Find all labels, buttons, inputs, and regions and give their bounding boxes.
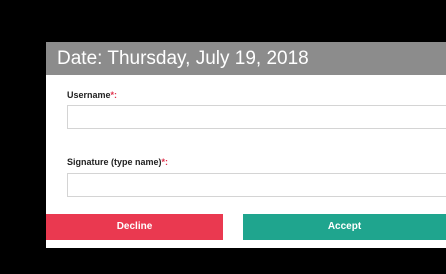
username-label: Username*: bbox=[67, 90, 117, 100]
date-header: Date: Thursday, July 19, 2018 bbox=[46, 42, 446, 75]
signature-label-text: Signature (type name) bbox=[67, 157, 162, 167]
username-input[interactable] bbox=[67, 105, 446, 129]
accept-button[interactable]: Accept bbox=[243, 214, 446, 240]
signature-required-mark: *: bbox=[161, 157, 169, 167]
signature-panel: Date: Thursday, July 19, 2018 Username*:… bbox=[46, 42, 446, 248]
signature-label: Signature (type name)*: bbox=[67, 157, 168, 167]
dialog-backdrop: Date: Thursday, July 19, 2018 Username*:… bbox=[0, 0, 446, 274]
signature-input[interactable] bbox=[67, 173, 446, 197]
decline-button[interactable]: Decline bbox=[46, 214, 223, 240]
username-label-text: Username bbox=[67, 90, 111, 100]
username-required-mark: *: bbox=[110, 90, 118, 100]
